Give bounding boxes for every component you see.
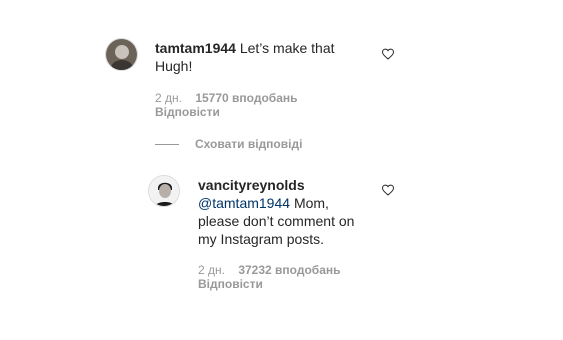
reply-time[interactable]: 2 дн. — [198, 263, 225, 277]
comment-body: tamtam1944 Let’s make that Hugh! — [155, 39, 355, 75]
comment-reply-button[interactable]: Відповісти — [155, 105, 220, 119]
comment-likes[interactable]: 15770 вподобань — [195, 91, 297, 105]
heart-outline-icon[interactable] — [382, 184, 394, 196]
comment-username[interactable]: tamtam1944 — [155, 40, 236, 56]
reply-username[interactable]: vancityreynolds — [198, 176, 368, 194]
hide-replies-line — [155, 143, 179, 145]
hide-replies-label: Сховати відповіді — [195, 137, 303, 151]
comment-meta: 2 дн. 15770 вподобань — [155, 91, 298, 105]
hide-replies-button[interactable]: Сховати відповіді — [155, 137, 302, 151]
comment-time[interactable]: 2 дн. — [155, 91, 182, 105]
reply-likes[interactable]: 37232 вподобань — [238, 263, 340, 277]
avatar-image — [149, 176, 179, 206]
avatar-image — [106, 39, 137, 70]
reply-reply-button[interactable]: Відповісти — [198, 277, 263, 291]
reply-body: vancityreynolds @tamtam1944 Mom, please … — [198, 176, 368, 248]
reply-meta: 2 дн. 37232 вподобань — [198, 263, 341, 277]
heart-outline-icon[interactable] — [382, 48, 394, 60]
avatar-tamtam1944[interactable] — [105, 38, 138, 71]
reply-mention[interactable]: @tamtam1944 — [198, 195, 290, 211]
avatar-vancityreynolds[interactable] — [148, 175, 180, 207]
